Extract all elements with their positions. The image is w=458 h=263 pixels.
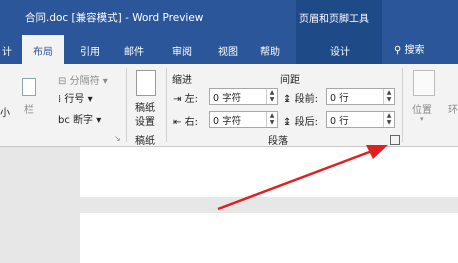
arrow-shaft — [217, 149, 373, 211]
annotation-arrow — [217, 145, 388, 211]
